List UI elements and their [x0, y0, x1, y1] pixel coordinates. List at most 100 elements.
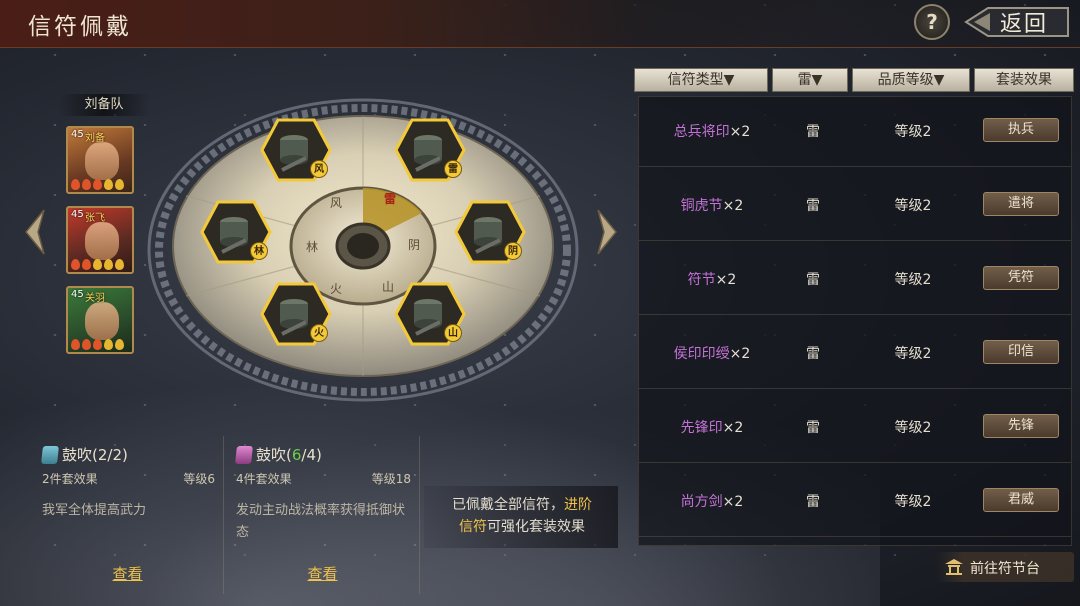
set-name: 先锋印×2 — [680, 420, 744, 436]
header-bar: 信符佩戴 ? 返回 — [0, 0, 1080, 48]
equip-status-info: 已佩戴全部信符，进阶 信符可强化套装效果 — [424, 486, 618, 548]
hero-level: 45 — [71, 209, 84, 220]
page-title: 信符佩戴 — [28, 14, 132, 40]
talisman-slot-shan[interactable]: 山 — [394, 282, 466, 346]
set-attribute: 雷 — [806, 124, 820, 140]
set-effect-button[interactable]: 君威 — [983, 488, 1059, 512]
set-effect-panel-1: 鼓吹(2/2) 2件套效果 等级6 我军全体提高武力 查看 — [32, 436, 224, 594]
hero-card-3[interactable]: 45 关羽 — [66, 286, 134, 354]
awakened-star-icon — [71, 259, 80, 270]
set-row[interactable]: 符节×2 雷 等级2 凭符 — [639, 245, 1071, 315]
back-button[interactable]: 返回 — [964, 4, 1072, 40]
slot-element-badge: 雷 — [444, 160, 462, 178]
set-piece-count: 2件套效果 — [42, 472, 98, 486]
set-row[interactable]: 先锋印×2 雷 等级2 先锋 — [639, 393, 1071, 463]
help-button[interactable]: ? — [914, 4, 950, 40]
go-to-talisman-platform-button[interactable]: 前往符节台 — [936, 552, 1074, 582]
talisman-set-list: 总兵将印×2 雷 等级2 执兵 铜虎节×2 雷 等级2 遣将 符节×2 雷 等级… — [638, 96, 1072, 546]
hub-label: 阴 — [408, 238, 421, 252]
hero-level: 45 — [71, 129, 84, 140]
next-team-arrow-icon[interactable] — [594, 208, 620, 256]
game-screen: 信符佩戴 ? 返回 刘备队 45 刘备 45 张飞 45 关羽 风 雷 阴 山 … — [0, 0, 1080, 606]
prev-team-arrow-icon[interactable] — [22, 208, 48, 256]
awakened-star-icon — [93, 179, 102, 190]
set-effect-button[interactable]: 遣将 — [983, 192, 1059, 216]
view-link[interactable]: 查看 — [32, 563, 223, 584]
hub-label: 山 — [382, 280, 395, 294]
filter-type-dropdown[interactable]: 信符类型▼ — [634, 68, 768, 92]
slot-element-badge: 林 — [250, 242, 268, 260]
awakened-star-icon — [93, 339, 102, 350]
set-effect-level: 等级6 — [183, 472, 215, 486]
pavilion-icon — [945, 559, 963, 575]
set-grade: 等级2 — [894, 346, 932, 362]
back-label: 返回 — [1000, 12, 1049, 37]
star-icon — [104, 259, 113, 270]
hero-portrait — [85, 302, 119, 340]
set-effect-description: 发动主动战法概率获得抵御状态 — [236, 503, 406, 540]
filter-set-button[interactable]: 套装效果 — [974, 68, 1074, 92]
set-attribute: 雷 — [806, 346, 820, 362]
set-attribute: 雷 — [806, 272, 820, 288]
go-button-label: 前往符节台 — [970, 561, 1040, 577]
awakened-star-icon — [71, 339, 80, 350]
team-label: 刘备队 — [58, 94, 150, 116]
set-attribute: 雷 — [806, 494, 820, 510]
set-effect-button[interactable]: 印信 — [983, 340, 1059, 364]
star-icon — [93, 259, 102, 270]
star-icon — [104, 179, 113, 190]
hero-name: 张飞 — [85, 213, 105, 224]
set-attribute: 雷 — [806, 420, 820, 436]
filter-grade-dropdown[interactable]: 品质等级▼ — [852, 68, 970, 92]
hub-label: 林 — [306, 240, 319, 254]
slot-element-badge: 阴 — [504, 242, 522, 260]
talisman-slot-yin[interactable]: 阴 — [454, 200, 526, 264]
slot-element-badge: 风 — [310, 160, 328, 178]
star-icon — [115, 259, 124, 270]
set-piece-count: 4件套效果 — [236, 472, 292, 486]
filter-attr-dropdown[interactable]: 雷▼ — [772, 68, 848, 92]
set-attribute: 雷 — [806, 198, 820, 214]
awakened-star-icon — [82, 339, 91, 350]
set-row[interactable]: 铜虎节×2 雷 等级2 遣将 — [639, 171, 1071, 241]
star-icon — [104, 339, 113, 350]
hub-label: 风 — [330, 196, 343, 210]
awakened-star-icon — [82, 179, 91, 190]
set-grade: 等级2 — [894, 494, 932, 510]
hero-stars — [71, 339, 132, 350]
set-effect-level: 等级18 — [371, 472, 411, 486]
talisman-slot-feng[interactable]: 风 — [260, 118, 332, 182]
set-effect-button[interactable]: 凭符 — [983, 266, 1059, 290]
set-effect-title: 鼓吹(2/2) — [62, 446, 128, 464]
hero-name: 关羽 — [85, 293, 105, 304]
talisman-wheel: 风 雷 阴 山 火 林 风 雷 林 阴 火 山 — [146, 96, 580, 404]
set-name: 符节×2 — [687, 272, 737, 288]
star-icon — [115, 339, 124, 350]
set-row[interactable]: 总兵将印×2 雷 等级2 执兵 — [639, 97, 1071, 167]
equip-status-text: 已佩戴全部信符，进阶 信符可强化套装效果 — [452, 497, 592, 535]
set-effect-button[interactable]: 先锋 — [983, 414, 1059, 438]
set-effect-panel-2: 鼓吹(6/4) 4件套效果 等级18 发动主动战法概率获得抵御状态 查看 — [226, 436, 420, 594]
hero-level: 45 — [71, 289, 84, 300]
set-effect-button[interactable]: 执兵 — [983, 118, 1059, 142]
hero-portrait — [85, 142, 119, 180]
set-name: 铜虎节×2 — [680, 198, 744, 214]
talisman-slot-lin[interactable]: 林 — [200, 200, 272, 264]
hero-stars — [71, 179, 132, 190]
hero-card-1[interactable]: 45 刘备 — [66, 126, 134, 194]
talisman-slot-lei[interactable]: 雷 — [394, 118, 466, 182]
set-grade: 等级2 — [894, 272, 932, 288]
set-name: 侯印印绶×2 — [673, 346, 751, 362]
set-row[interactable]: 侯印印绶×2 雷 等级2 印信 — [639, 319, 1071, 389]
set-grade: 等级2 — [894, 124, 932, 140]
hub-label-active: 雷 — [384, 192, 397, 206]
awakened-star-icon — [71, 179, 80, 190]
talisman-slot-huo[interactable]: 火 — [260, 282, 332, 346]
awakened-star-icon — [82, 259, 91, 270]
hero-card-2[interactable]: 45 张飞 — [66, 206, 134, 274]
set-row[interactable]: 尚方剑×2 雷 等级2 君威 — [639, 467, 1071, 537]
set-grade: 等级2 — [894, 420, 932, 436]
talisman-card-icon — [235, 446, 253, 464]
view-link[interactable]: 查看 — [226, 563, 419, 584]
talisman-card-icon — [41, 446, 59, 464]
